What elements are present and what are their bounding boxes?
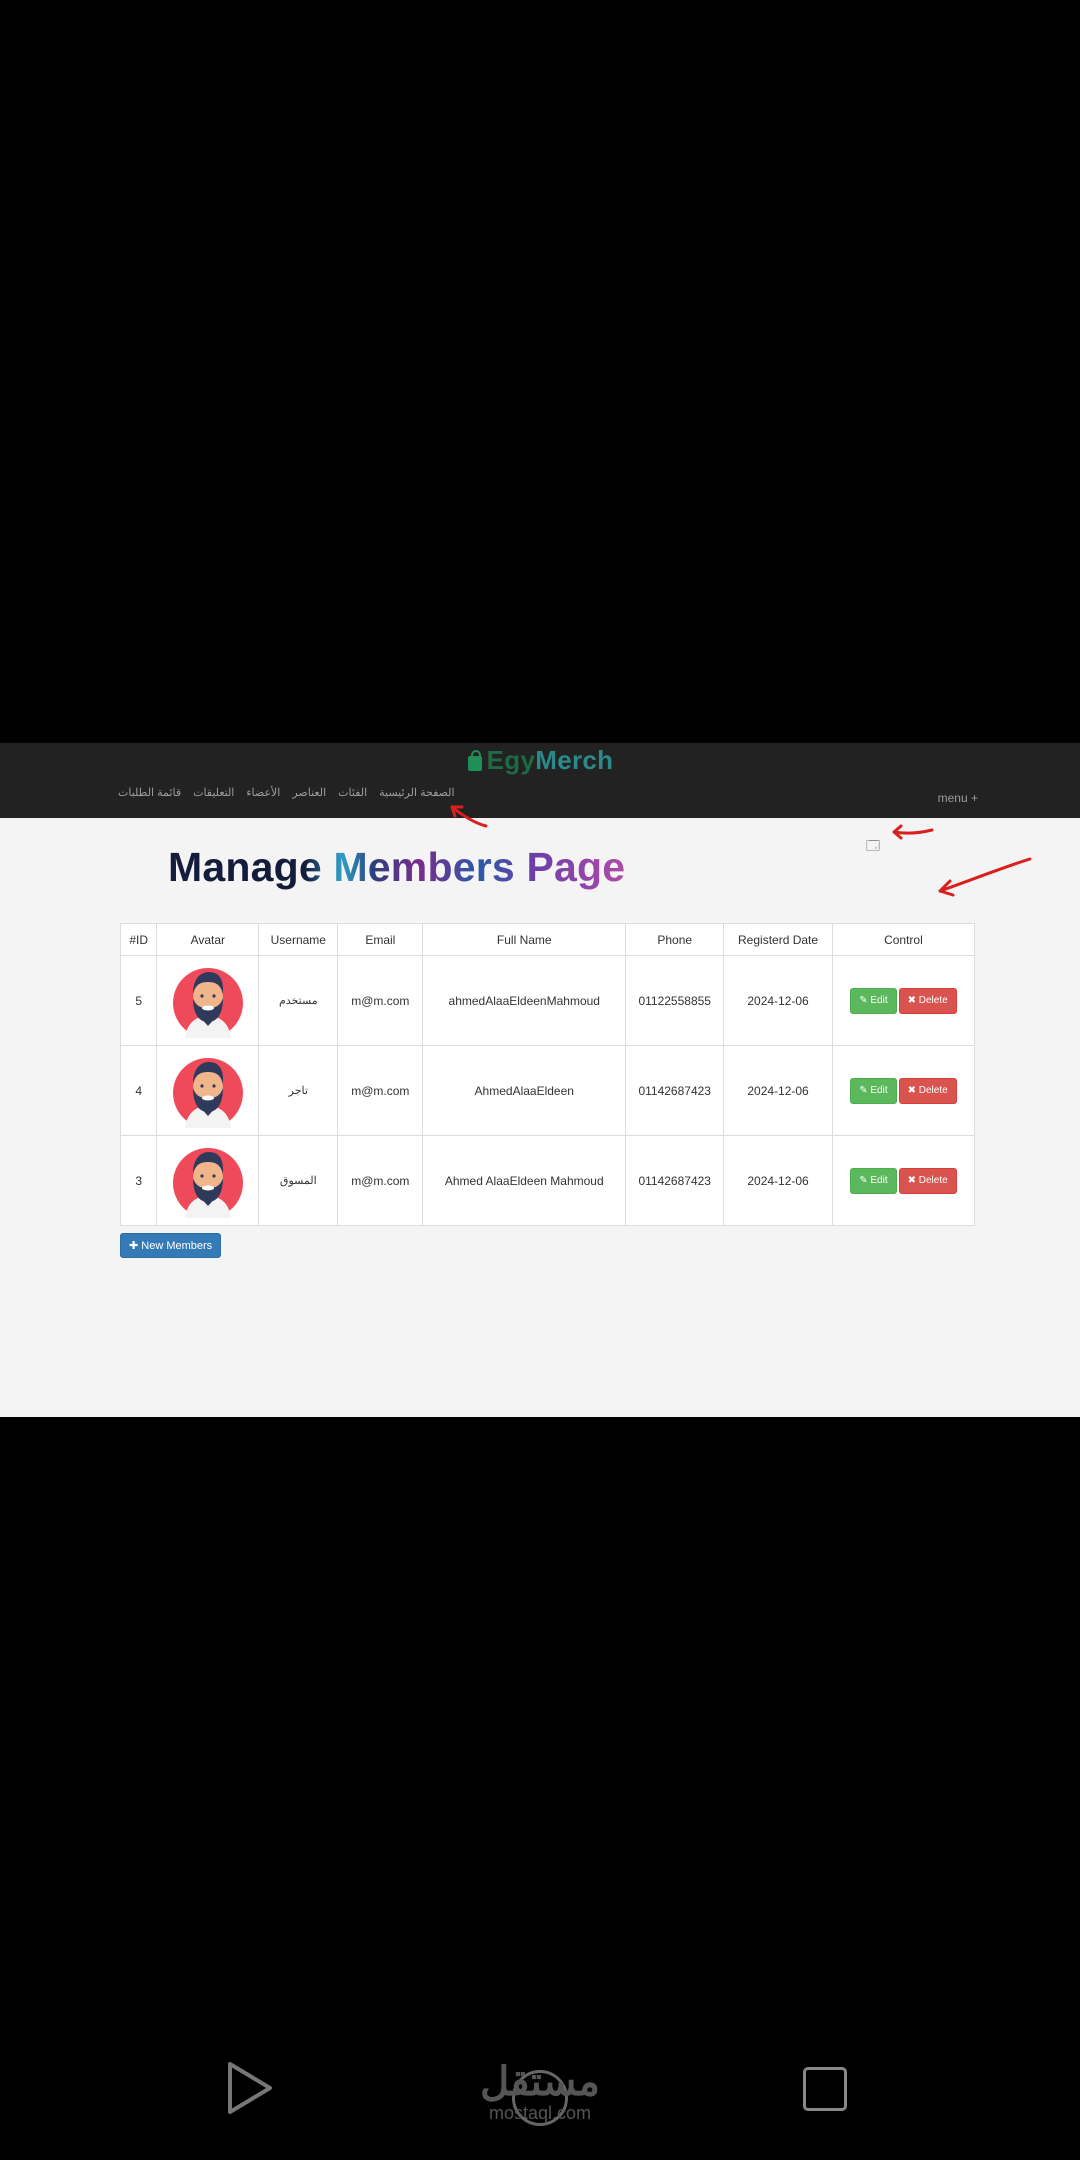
cell-avatar — [156, 955, 260, 1046]
close-icon: ✖ — [907, 994, 916, 1006]
edit-button[interactable]: ✎ Edit — [850, 1167, 897, 1194]
bearded-man-avatar-icon — [172, 1147, 243, 1218]
cell-avatar — [156, 1135, 260, 1226]
close-icon: ✖ — [907, 1084, 916, 1096]
brand-text-part2: Merch — [535, 745, 614, 775]
cell-id: 3 — [119, 1135, 158, 1226]
recents-button[interactable] — [803, 2067, 847, 2111]
col-registered-date: Registerd Date — [723, 923, 833, 956]
cell-date: 2024-12-06 — [723, 1045, 833, 1136]
edit-icon: ✎ — [859, 994, 868, 1006]
cell-full-name: Ahmed AlaaEldeen Mahmoud — [422, 1135, 627, 1226]
nav-link-home[interactable]: الصفحة الرئيسية — [379, 785, 454, 801]
play-icon[interactable] — [224, 2060, 274, 2116]
system-nav-bar: مستقل mostaql.com — [0, 2030, 1080, 2150]
cell-email: m@m.com — [337, 1135, 424, 1226]
watermark-ar: مستقل — [480, 2060, 600, 2104]
bearded-man-avatar-icon — [172, 1057, 243, 1128]
cell-phone: 01122558855 — [625, 955, 725, 1046]
nav-link-items[interactable]: العناصر — [292, 785, 326, 801]
cell-phone: 01142687423 — [625, 1045, 725, 1136]
table-row: 4 تاجر m@m.com AhmedAlaaEldeen 011426874… — [119, 1045, 976, 1136]
brand-logo[interactable]: EgyMerch — [0, 745, 1080, 777]
shopping-bag-icon — [467, 749, 483, 772]
cell-username: مستخدم — [258, 955, 339, 1046]
app-screen: EgyMerch الصفحة الرئيسية الفئات العناصر … — [0, 743, 1080, 1417]
col-control: Control — [831, 923, 976, 956]
menu-toggle[interactable]: menu + — [938, 791, 978, 805]
edit-icon: ✎ — [859, 1174, 868, 1186]
language-icon[interactable]: 🗔 — [866, 837, 880, 859]
cell-email: m@m.com — [337, 955, 424, 1046]
delete-button[interactable]: ✖ Delete — [898, 1167, 957, 1194]
brand-text-part1: Egy — [486, 745, 536, 775]
nav-link-orders[interactable]: قائمة الطلبات — [118, 785, 181, 801]
nav-link-comments[interactable]: التعليقات — [193, 785, 234, 801]
avatar — [171, 1144, 245, 1218]
col-username: Username — [258, 923, 339, 956]
annotation-arrow-title — [938, 857, 1032, 897]
annotation-arrow-nav — [450, 805, 488, 828]
cell-control: ✎ Edit ✖ Delete — [831, 955, 976, 1046]
edit-button[interactable]: ✎ Edit — [850, 1077, 897, 1104]
members-table: #ID Avatar Username Email Full Name Phon… — [119, 923, 976, 1226]
cell-control: ✎ Edit ✖ Delete — [831, 1135, 976, 1226]
plus-icon: ✚ — [129, 1240, 139, 1252]
avatar — [171, 964, 245, 1038]
cell-email: m@m.com — [337, 1045, 424, 1136]
cell-phone: 01142687423 — [625, 1135, 725, 1226]
bearded-man-avatar-icon — [172, 967, 243, 1038]
nav-links: الصفحة الرئيسية الفئات العناصر الأعضاء ا… — [118, 785, 455, 801]
col-phone: Phone — [625, 923, 725, 956]
table-header-row: #ID Avatar Username Email Full Name Phon… — [119, 923, 976, 956]
cell-avatar — [156, 1045, 260, 1136]
edit-icon: ✎ — [859, 1084, 868, 1096]
cell-id: 4 — [119, 1045, 158, 1136]
watermark: مستقل mostaql.com — [470, 2060, 610, 2122]
annotation-arrow-icon — [892, 824, 934, 840]
cell-username: تاجر — [258, 1045, 339, 1136]
cell-control: ✎ Edit ✖ Delete — [831, 1045, 976, 1136]
delete-button[interactable]: ✖ Delete — [898, 987, 957, 1014]
col-full-name: Full Name — [422, 923, 627, 956]
nav-link-members[interactable]: الأعضاء — [246, 785, 280, 801]
cell-full-name: ahmedAlaaEldeenMahmoud — [422, 955, 627, 1046]
col-avatar: Avatar — [156, 923, 260, 956]
cell-date: 2024-12-06 — [723, 1135, 833, 1226]
col-id: #ID — [119, 923, 158, 956]
nav-link-categories[interactable]: الفئات — [338, 785, 367, 801]
avatar — [171, 1054, 245, 1128]
cell-date: 2024-12-06 — [723, 955, 833, 1046]
edit-button[interactable]: ✎ Edit — [850, 987, 897, 1014]
delete-button[interactable]: ✖ Delete — [898, 1077, 957, 1104]
watermark-en: mostaql.com — [488, 2103, 592, 2123]
table-row: 5 مستخدم m@m.com ahmedAlaaEldeenMahmoud … — [119, 955, 976, 1046]
top-navbar: EgyMerch الصفحة الرئيسية الفئات العناصر … — [0, 743, 1080, 818]
close-icon: ✖ — [907, 1174, 916, 1186]
col-email: Email — [337, 923, 424, 956]
new-members-button[interactable]: ✚ New Members — [120, 1233, 222, 1258]
page-title: Manage Members Page — [168, 844, 626, 890]
cell-id: 5 — [119, 955, 158, 1046]
table-row: 3 المسوق m@m.com Ahmed AlaaEldeen Mahmou… — [119, 1135, 976, 1226]
cell-full-name: AhmedAlaaEldeen — [422, 1045, 627, 1136]
cell-username: المسوق — [258, 1135, 339, 1226]
